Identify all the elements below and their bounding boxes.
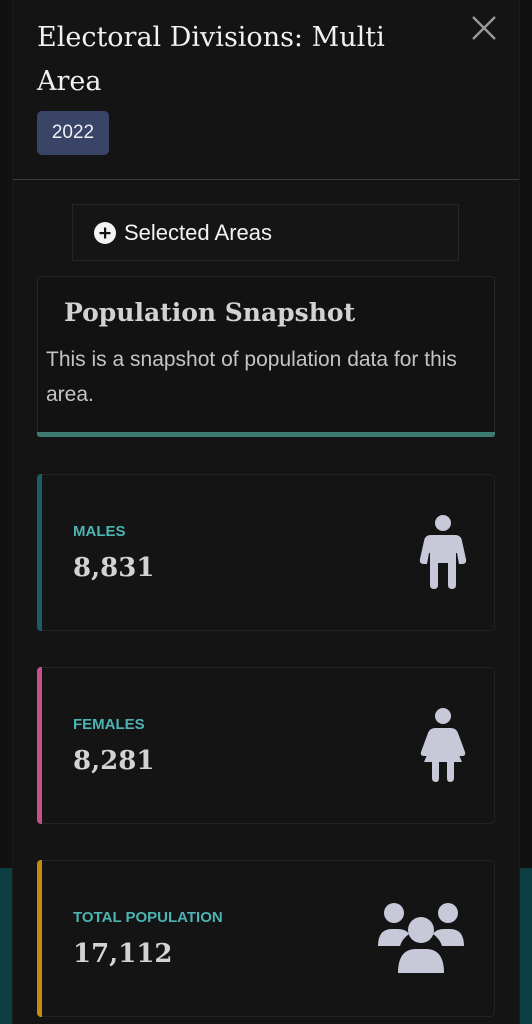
females-card: FEMALES 8,281: [37, 667, 495, 824]
total-population-value: 17,112: [73, 939, 173, 969]
snapshot-title: Population Snapshot: [64, 298, 356, 327]
female-icon: [420, 708, 466, 782]
snapshot-description: This is a snapshot of population data fo…: [46, 348, 457, 406]
males-value: 8,831: [73, 553, 155, 583]
plus-circle-icon: [94, 222, 116, 244]
males-label: MALES: [73, 523, 126, 540]
dialog-title: Electoral Divisions: Multi Area: [37, 22, 385, 97]
selected-areas-label: Selected Areas: [124, 220, 272, 245]
total-population-label: TOTAL POPULATION: [73, 909, 223, 926]
females-label: FEMALES: [73, 716, 145, 733]
total-population-accent-bar: [37, 860, 42, 1017]
females-accent-bar: [37, 667, 42, 824]
male-icon: [419, 515, 467, 589]
users-icon: [378, 903, 464, 973]
header-divider: [13, 179, 519, 180]
close-icon: [472, 16, 496, 40]
snapshot-accent-bar: [37, 432, 495, 437]
year-badge: 2022: [37, 111, 109, 155]
males-card: MALES 8,831: [37, 474, 495, 631]
total-population-card: TOTAL POPULATION 17,112: [37, 860, 495, 1017]
males-accent-bar: [37, 474, 42, 631]
females-value: 8,281: [73, 746, 155, 776]
selected-areas-button[interactable]: Selected Areas: [72, 204, 459, 261]
close-button[interactable]: [470, 14, 498, 42]
